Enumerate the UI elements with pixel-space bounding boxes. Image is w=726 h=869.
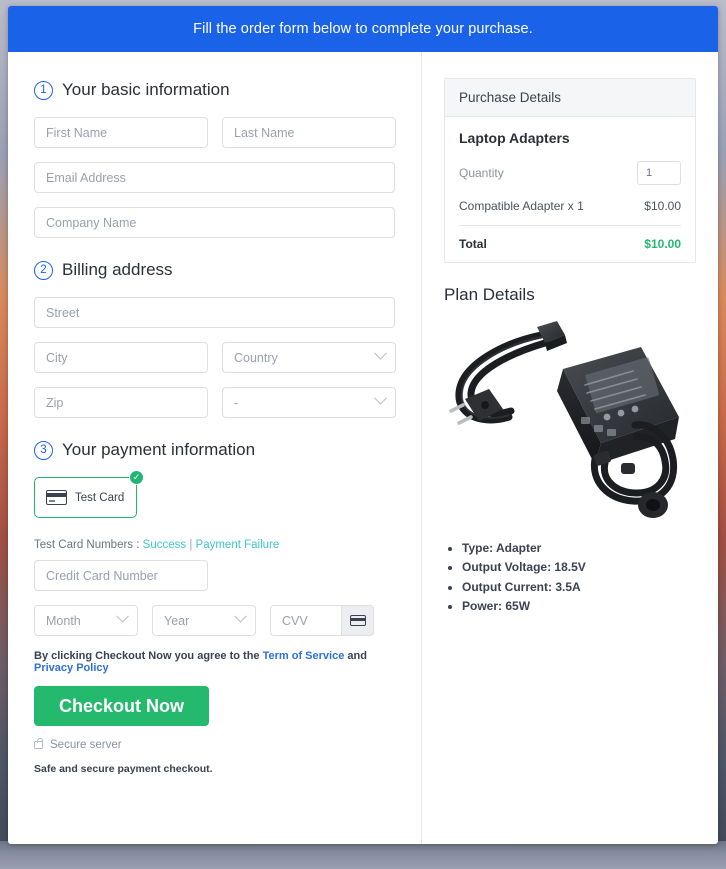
cvv-help-button[interactable] — [341, 605, 374, 636]
total-amount: $10.00 — [644, 237, 681, 251]
terms-agreement-text: By clicking Checkout Now you agree to th… — [34, 650, 395, 674]
quantity-row: Quantity 1 — [459, 161, 681, 185]
step-number-badge: 3 — [34, 440, 53, 460]
lock-icon — [34, 738, 43, 749]
company-row: Company Name — [34, 207, 395, 238]
step-billing-address: 2 Billing address — [34, 260, 395, 280]
state-select[interactable]: - — [222, 387, 396, 418]
terms-conjunction: and — [347, 650, 367, 662]
test-card-numbers-row: Test Card Numbers : Success | Payment Fa… — [34, 539, 395, 551]
content-columns: 1 Your basic information First Name Last… — [8, 52, 718, 844]
secure-server-label: Secure server — [50, 739, 122, 751]
selected-check-icon: ✓ — [129, 470, 144, 485]
step-number-badge: 1 — [34, 80, 53, 100]
success-test-card-link[interactable]: Success — [143, 539, 186, 551]
test-card-option[interactable]: Test Card — [34, 477, 137, 518]
line-item-label: Compatible Adapter x 1 — [459, 199, 584, 213]
product-specs-list: Type: Adapter Output Voltage: 18.5V Outp… — [462, 539, 696, 617]
spec-item: Output Current: 3.5A — [462, 578, 696, 597]
spec-item: Type: Adapter — [462, 539, 696, 558]
page-banner: Fill the order form below to complete yo… — [8, 6, 718, 52]
purchase-details-header: Purchase Details — [445, 79, 695, 117]
summary-column: Purchase Details Laptop Adapters Quantit… — [422, 52, 718, 844]
zip-state-row: Zip - — [34, 387, 396, 418]
credit-card-number-input[interactable]: Credit Card Number — [34, 560, 208, 591]
card-back-icon — [349, 615, 366, 626]
quantity-input[interactable]: 1 — [637, 161, 681, 185]
test-card-option-wrapper: Test Card ✓ — [34, 470, 144, 518]
purchase-details-body: Laptop Adapters Quantity 1 Compatible Ad… — [445, 117, 695, 262]
step-payment-information: 3 Your payment information — [34, 440, 395, 460]
expiry-year-select[interactable]: Year — [152, 605, 256, 636]
state-select-value: - — [234, 395, 239, 410]
safe-checkout-note: Safe and secure payment checkout. — [34, 763, 213, 775]
step-title: Your basic information — [62, 80, 230, 99]
plan-details-title: Plan Details — [444, 285, 535, 304]
checkout-now-button[interactable]: Checkout Now — [34, 686, 209, 726]
total-label: Total — [459, 237, 487, 251]
city-country-row: City Country — [34, 342, 396, 373]
link-separator: | — [189, 539, 193, 551]
expiry-cvv-row: Month Year CVV — [34, 605, 395, 636]
spec-item: Power: 65W — [462, 597, 696, 616]
last-name-input[interactable]: Last Name — [222, 117, 396, 148]
purchase-details-card: Purchase Details Laptop Adapters Quantit… — [444, 78, 696, 263]
terms-of-service-link[interactable]: Term of Service — [263, 650, 345, 662]
chevron-down-icon — [234, 609, 247, 623]
street-row: Street — [34, 297, 395, 328]
step-number-badge: 2 — [34, 260, 53, 280]
banner-text: Fill the order form below to complete yo… — [193, 21, 533, 37]
country-select[interactable]: Country — [222, 342, 396, 373]
email-row: Email Address — [34, 162, 395, 193]
quantity-label: Quantity — [459, 166, 504, 180]
test-card-numbers-label: Test Card Numbers : — [34, 539, 140, 551]
cvv-input[interactable]: CVV — [270, 605, 374, 636]
step-basic-information: 1 Your basic information — [34, 80, 395, 100]
card-number-row: Credit Card Number — [34, 560, 395, 591]
expiry-month-select[interactable]: Month — [34, 605, 138, 636]
company-input[interactable]: Company Name — [34, 207, 395, 238]
chevron-down-icon — [116, 609, 129, 623]
email-input[interactable]: Email Address — [34, 162, 395, 193]
first-name-input[interactable]: First Name — [34, 117, 208, 148]
chevron-down-icon — [374, 391, 387, 405]
desktop-taskbar-area — [0, 841, 726, 869]
expiry-year-value: Year — [164, 613, 190, 628]
step-title: Your payment information — [62, 440, 256, 459]
country-select-value: Country — [234, 350, 278, 365]
product-image-laptop-adapter — [449, 321, 679, 518]
chevron-down-icon — [374, 346, 387, 360]
city-input[interactable]: City — [34, 342, 208, 373]
total-row: Total $10.00 — [459, 226, 681, 251]
expiry-month-value: Month — [46, 613, 81, 628]
secure-server-note: Secure server — [34, 738, 395, 751]
line-item-row: Compatible Adapter x 1 $10.00 — [459, 199, 681, 226]
order-form-column: 1 Your basic information First Name Last… — [8, 52, 422, 844]
failure-test-card-link[interactable]: Payment Failure — [196, 539, 280, 551]
line-item-price: $10.00 — [644, 199, 681, 213]
privacy-policy-link[interactable]: Privacy Policy — [34, 662, 109, 674]
step-title: Billing address — [62, 260, 173, 279]
street-input[interactable]: Street — [34, 297, 395, 328]
spec-item: Output Voltage: 18.5V — [462, 558, 696, 577]
name-row: First Name Last Name — [34, 117, 396, 148]
cvv-placeholder: CVV — [282, 613, 308, 628]
credit-card-icon — [46, 490, 67, 505]
test-card-label: Test Card — [75, 491, 125, 504]
terms-prefix: By clicking Checkout Now you agree to th… — [34, 650, 260, 662]
zip-input[interactable]: Zip — [34, 387, 208, 418]
checkout-page: Fill the order form below to complete yo… — [8, 6, 718, 844]
product-name: Laptop Adapters — [459, 130, 570, 146]
